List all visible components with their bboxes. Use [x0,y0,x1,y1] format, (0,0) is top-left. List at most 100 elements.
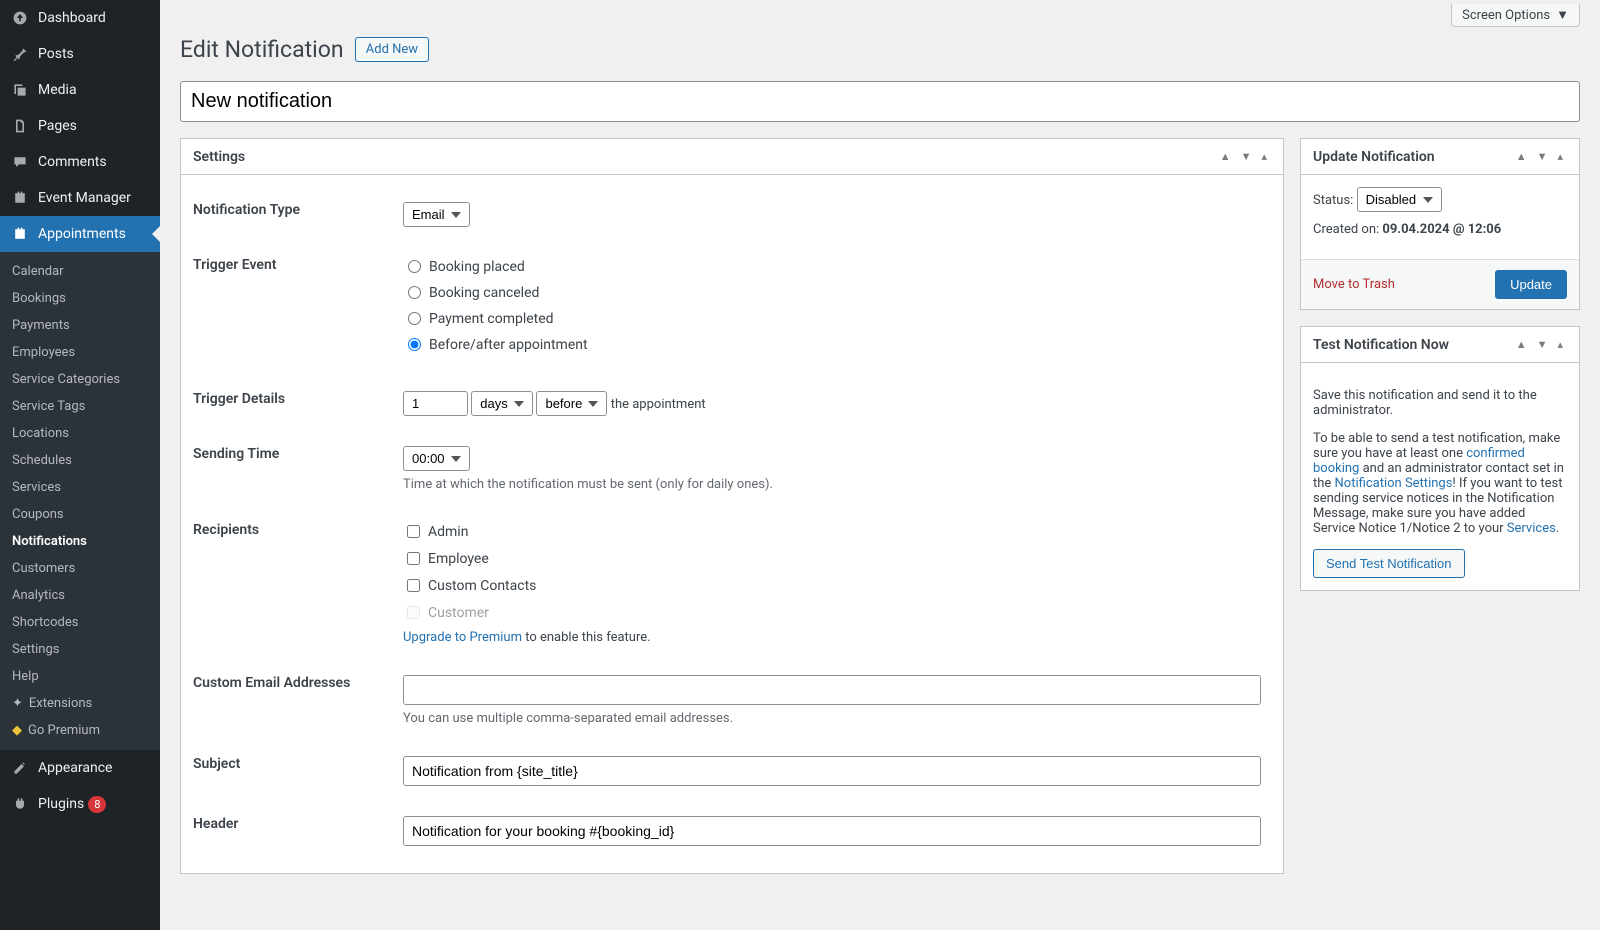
move-down-button[interactable]: ▼ [1533,334,1552,355]
move-up-button[interactable]: ▲ [1512,334,1531,355]
submenu-settings[interactable]: Settings [0,636,160,663]
recipient-custom-contacts[interactable]: Custom Contacts [403,576,1261,595]
submenu-customers[interactable]: Customers [0,555,160,582]
trigger-when-select[interactable]: before [536,391,607,416]
subject-input[interactable] [403,756,1261,786]
menu-item-posts[interactable]: Posts [0,36,160,72]
trigger-suffix: the appointment [611,397,706,412]
move-to-trash-link[interactable]: Move to Trash [1313,277,1395,292]
move-down-button[interactable]: ▼ [1237,146,1256,167]
calendar-icon [10,188,30,208]
menu-label: Extensions [29,696,92,711]
submenu-extensions[interactable]: ✦ Extensions [0,690,160,717]
menu-label: Appointments [38,226,126,242]
submenu-bookings[interactable]: Bookings [0,285,160,312]
trigger-option-payment[interactable]: Payment completed [403,309,1261,327]
status-select[interactable]: Disabled [1357,187,1442,212]
sending-time-hint: Time at which the notification must be s… [403,477,1261,492]
toggle-panel-button[interactable]: ▴ [1553,146,1567,167]
settings-panel: Settings ▲ ▼ ▴ Notification Type Email [180,138,1284,874]
custom-email-input[interactable] [403,675,1261,705]
recipient-admin[interactable]: Admin [403,522,1261,541]
move-up-button[interactable]: ▲ [1216,146,1235,167]
test-help: To be able to send a test notification, … [1313,431,1567,536]
menu-item-appearance[interactable]: Appearance [0,750,160,786]
plugin-count-badge: 8 [88,796,106,813]
menu-label: Plugins [38,796,84,812]
trigger-number-input[interactable] [403,391,468,416]
screen-options-button[interactable]: Screen Options ▼ [1451,4,1580,27]
submenu-coupons[interactable]: Coupons [0,501,160,528]
page-title: Edit Notification [180,27,344,67]
menu-label: Comments [38,154,107,170]
submenu-services[interactable]: Services [0,474,160,501]
trigger-option-before-after[interactable]: Before/after appointment [403,335,1261,353]
submenu-service-tags[interactable]: Service Tags [0,393,160,420]
menu-item-dashboard[interactable]: Dashboard [0,0,160,36]
menu-label: Event Manager [38,190,131,206]
pin-icon [10,44,30,64]
label-header: Header [193,801,393,861]
submenu: Calendar Bookings Payments Employees Ser… [0,252,160,750]
media-icon [10,80,30,100]
calendar-icon [10,224,30,244]
submenu-help[interactable]: Help [0,663,160,690]
label-trigger-event: Trigger Event [193,242,393,376]
update-button[interactable]: Update [1495,270,1567,299]
recipient-employee[interactable]: Employee [403,549,1261,568]
wand-icon: ✦ [12,696,23,711]
submenu-payments[interactable]: Payments [0,312,160,339]
upgrade-suffix: to enable this feature. [522,630,651,645]
services-link[interactable]: Services [1507,521,1556,536]
menu-item-comments[interactable]: Comments [0,144,160,180]
menu-item-appointments[interactable]: Appointments [0,216,160,252]
header-input[interactable] [403,816,1261,846]
label-subject: Subject [193,741,393,801]
update-box: Update Notification ▲ ▼ ▴ Status: Disabl… [1300,138,1580,310]
menu-label: Media [38,82,77,98]
submenu-notifications[interactable]: Notifications [0,528,160,555]
toggle-panel-button[interactable]: ▴ [1257,146,1271,167]
submenu-locations[interactable]: Locations [0,420,160,447]
status-label: Status: [1313,193,1353,208]
label-trigger-details: Trigger Details [193,376,393,431]
submenu-service-categories[interactable]: Service Categories [0,366,160,393]
label-sending-time: Sending Time [193,431,393,507]
label: Screen Options [1462,8,1550,23]
trigger-option-canceled[interactable]: Booking canceled [403,283,1261,301]
menu-item-pages[interactable]: Pages [0,108,160,144]
chevron-down-icon: ▼ [1556,7,1569,23]
label-recipients: Recipients [193,507,393,660]
notification-settings-link[interactable]: Notification Settings [1335,476,1453,491]
sending-time-select[interactable]: 00:00 [403,446,470,471]
add-new-button[interactable]: Add New [355,37,429,62]
move-down-button[interactable]: ▼ [1533,146,1552,167]
submenu-schedules[interactable]: Schedules [0,447,160,474]
content-area: Screen Options ▼ Edit Notification Add Ne… [160,0,1600,930]
created-value: 09.04.2024 @ 12:06 [1382,222,1501,237]
menu-label: Posts [38,46,74,62]
notification-title-input[interactable] [180,81,1580,122]
panel-heading: Settings [193,149,245,165]
submenu-calendar[interactable]: Calendar [0,258,160,285]
menu-label: Pages [38,118,77,134]
test-intro: Save this notification and send it to th… [1313,388,1567,418]
plugins-icon [10,794,30,814]
trigger-option-placed[interactable]: Booking placed [403,257,1261,275]
toggle-panel-button[interactable]: ▴ [1553,334,1567,355]
upgrade-premium-link[interactable]: Upgrade to Premium [403,630,522,645]
submenu-employees[interactable]: Employees [0,339,160,366]
send-test-button[interactable]: Send Test Notification [1313,549,1465,578]
move-up-button[interactable]: ▲ [1512,146,1531,167]
admin-sidebar: Dashboard Posts Media Pages Comments Eve… [0,0,160,930]
trigger-unit-select[interactable]: days [471,391,533,416]
menu-label: Appearance [38,760,112,776]
notification-type-select[interactable]: Email [403,202,470,227]
menu-item-event-manager[interactable]: Event Manager [0,180,160,216]
submenu-analytics[interactable]: Analytics [0,582,160,609]
menu-item-plugins[interactable]: Plugins8 [0,786,160,822]
menu-item-media[interactable]: Media [0,72,160,108]
recipient-customer-disabled: Customer [403,603,1261,622]
menu-label: Dashboard [38,10,106,26]
submenu-shortcodes[interactable]: Shortcodes [0,609,160,636]
